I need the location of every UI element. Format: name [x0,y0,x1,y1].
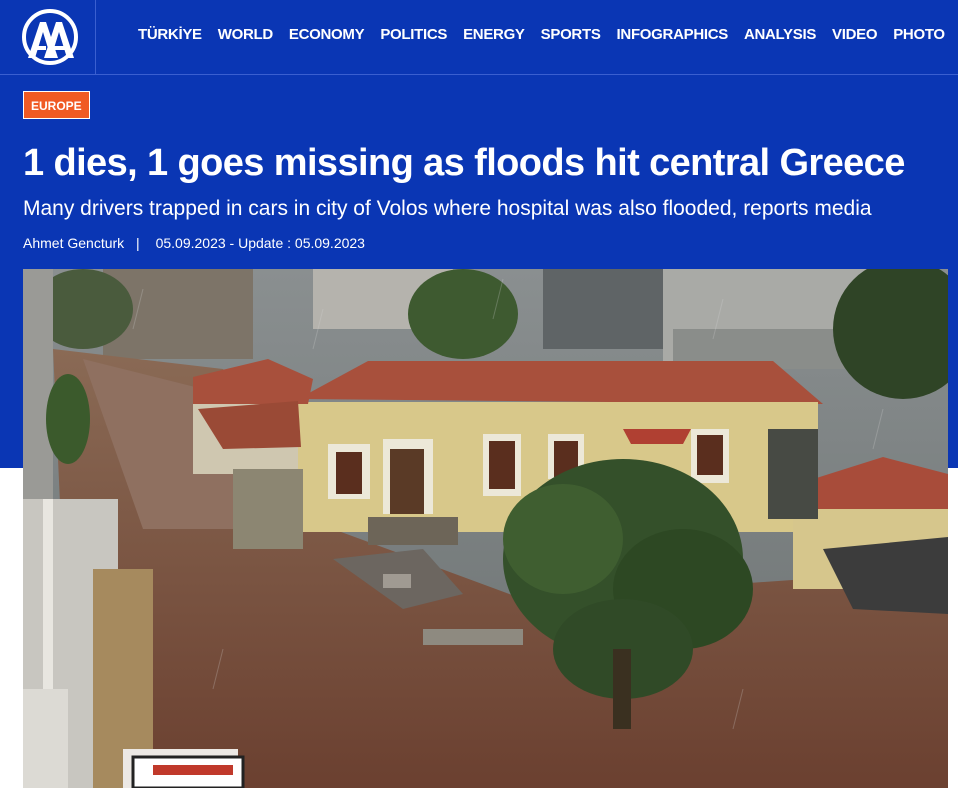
nav-sports[interactable]: SPORTS [541,26,601,43]
article-page: TÜRKİYE WORLD ECONOMY POLITICS ENERGY SP… [0,0,958,791]
publish-dates: 05.09.2023 - Update : 05.09.2023 [155,235,365,251]
aa-logo-icon [22,9,78,65]
author-name[interactable]: Ahmet Gencturk [23,235,124,251]
nav-infographics[interactable]: INFOGRAPHICS [617,26,729,43]
nav-economy[interactable]: ECONOMY [289,26,365,43]
article-photo[interactable] [23,269,948,788]
site-header: TÜRKİYE WORLD ECONOMY POLITICS ENERGY SP… [0,0,958,75]
nav-turkiye[interactable]: TÜRKİYE [138,26,202,43]
flooded-street-photo [23,269,948,788]
nav-photo[interactable]: PHOTO [893,26,945,43]
byline-separator: | [136,235,140,251]
main-navigation: TÜRKİYE WORLD ECONOMY POLITICS ENERGY SP… [138,26,958,43]
nav-politics[interactable]: POLITICS [380,26,447,43]
category-badge[interactable]: EUROPE [23,91,90,119]
article-byline: Ahmet Gencturk | 05.09.2023 - Update : 0… [23,235,365,251]
nav-analysis[interactable]: ANALYSIS [744,26,816,43]
nav-video[interactable]: VIDEO [832,26,877,43]
nav-world[interactable]: WORLD [218,26,273,43]
article-headline: 1 dies, 1 goes missing as floods hit cen… [23,142,905,184]
nav-energy[interactable]: ENERGY [463,26,525,43]
site-logo[interactable] [0,0,96,75]
article-subheadline: Many drivers trapped in cars in city of … [23,197,872,220]
